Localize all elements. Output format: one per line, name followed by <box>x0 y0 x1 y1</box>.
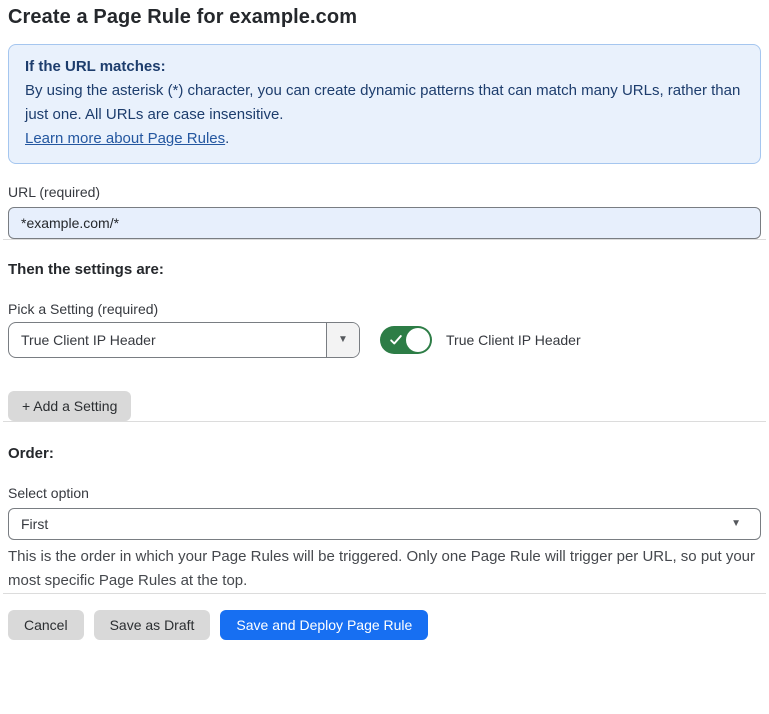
divider-settings-order <box>3 421 766 422</box>
learn-more-link[interactable]: Learn more about Page Rules <box>25 130 225 147</box>
setting-select[interactable]: True Client IP Header ▼ <box>8 322 360 358</box>
order-help-text: This is the order in which your Page Rul… <box>8 545 761 593</box>
save-and-deploy-button[interactable]: Save and Deploy Page Rule <box>220 610 428 640</box>
setting-row: True Client IP Header ▼ True Client IP H… <box>8 322 761 358</box>
order-section-heading: Order: <box>8 445 761 462</box>
add-setting-button[interactable]: + Add a Setting <box>8 391 131 421</box>
info-box-heading: If the URL matches: <box>25 55 744 79</box>
divider-footer <box>3 593 766 594</box>
save-as-draft-button[interactable]: Save as Draft <box>94 610 211 640</box>
link-period: . <box>225 130 229 147</box>
order-select[interactable]: First ▼ <box>8 508 761 540</box>
setting-select-arrow-button[interactable]: ▼ <box>326 323 359 357</box>
true-client-ip-toggle[interactable] <box>380 326 432 354</box>
toggle-label: True Client IP Header <box>446 332 581 348</box>
pick-setting-label: Pick a Setting (required) <box>8 301 761 317</box>
page-rule-form: Create a Page Rule for example.com If th… <box>0 6 769 640</box>
divider-url-settings <box>3 239 766 240</box>
order-select-value: First <box>21 516 731 532</box>
url-input[interactable] <box>8 207 761 239</box>
toggle-group: True Client IP Header <box>380 326 581 354</box>
check-icon <box>389 333 403 347</box>
toggle-knob[interactable] <box>406 328 430 352</box>
caret-down-icon: ▼ <box>731 519 741 529</box>
select-option-label: Select option <box>8 485 761 501</box>
page-title: Create a Page Rule for example.com <box>8 6 761 29</box>
cancel-button[interactable]: Cancel <box>8 610 84 640</box>
setting-select-value: True Client IP Header <box>9 323 326 357</box>
info-box-link-line: Learn more about Page Rules. <box>25 127 744 151</box>
footer-actions: Cancel Save as Draft Save and Deploy Pag… <box>8 610 761 640</box>
settings-section-heading: Then the settings are: <box>8 261 761 278</box>
url-match-info-box: If the URL matches: By using the asteris… <box>8 44 761 164</box>
url-field-label: URL (required) <box>8 184 761 200</box>
info-box-body: By using the asterisk (*) character, you… <box>25 79 744 127</box>
chevron-down-icon: ▼ <box>338 335 348 345</box>
